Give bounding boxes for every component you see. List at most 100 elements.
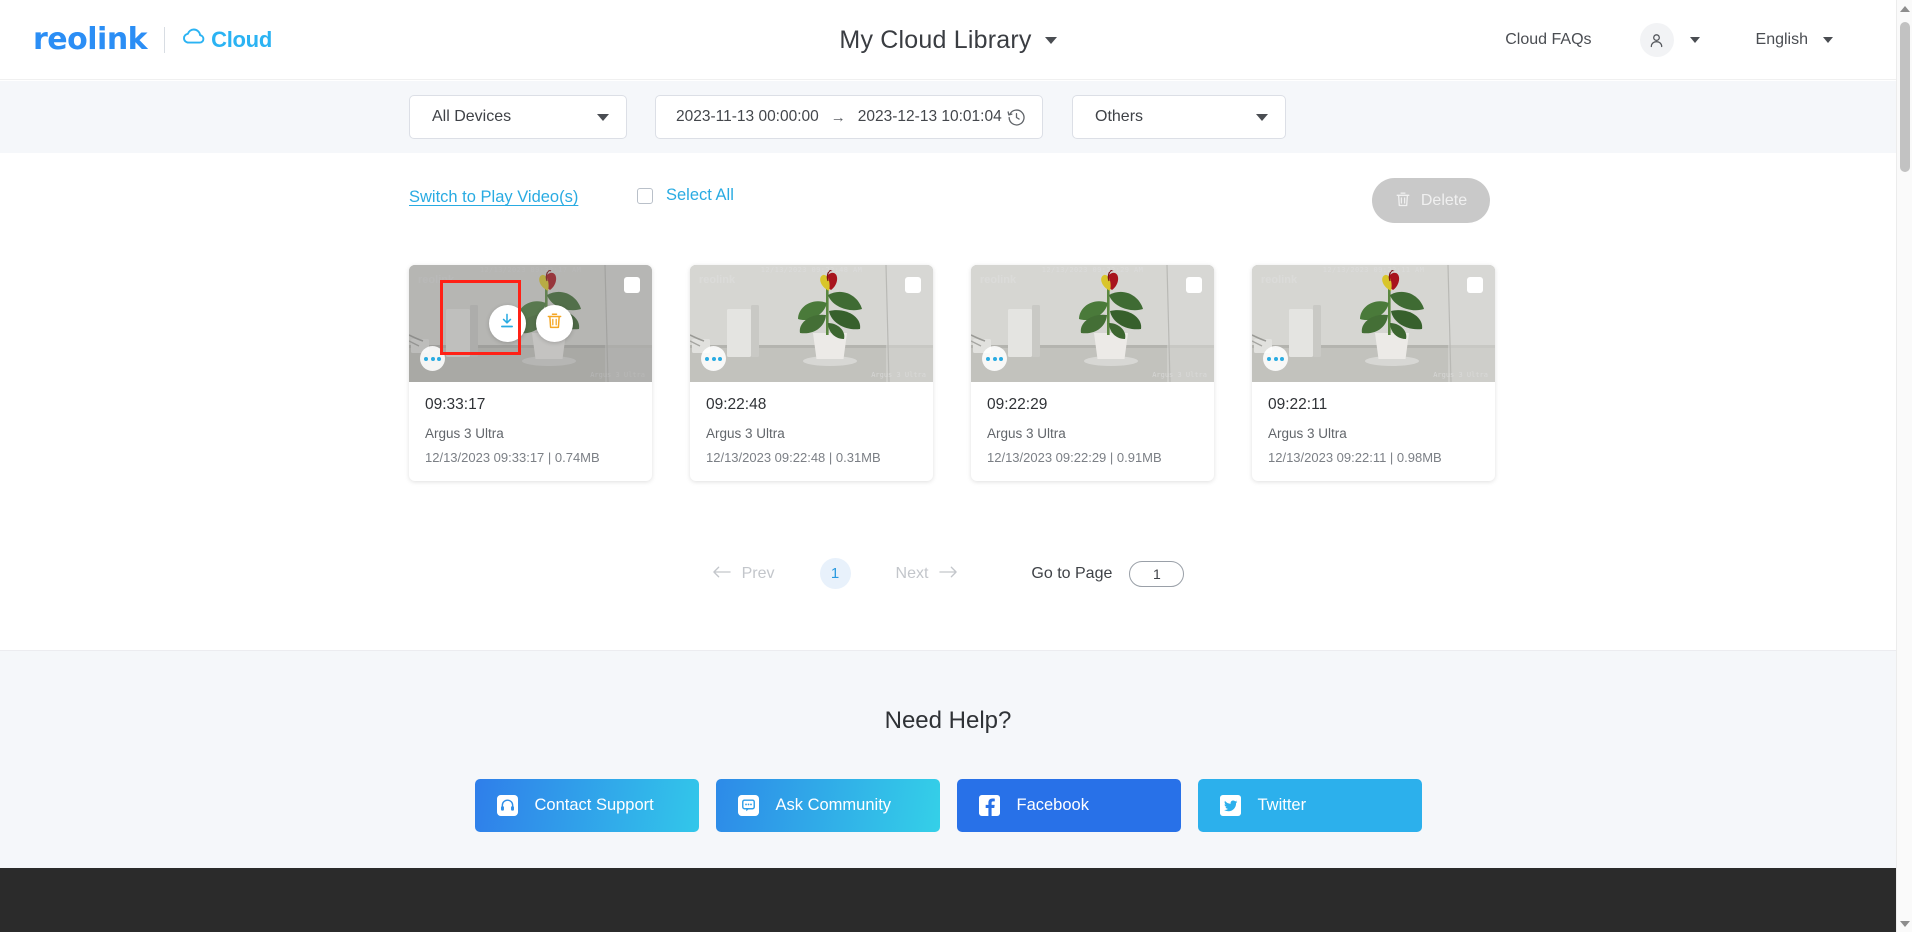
arrow-left-icon: [712, 565, 731, 583]
date-range-picker[interactable]: 2023-11-13 00:00:00 → 2023-12-13 10:01:0…: [655, 95, 1043, 139]
card-select-checkbox[interactable]: [1186, 277, 1202, 293]
card-device-name: Argus 3 Ultra: [425, 426, 504, 441]
switch-to-play-videos-link[interactable]: Switch to Play Video(s): [409, 188, 578, 207]
thumbnail-watermark: reolink: [980, 274, 1017, 286]
card-info: 09:22:11 Argus 3 Ultra 12/13/2023 09:22:…: [1252, 382, 1495, 481]
recording-card[interactable]: 12/13/2023 09:22:29 AM reolink Argus 3 U…: [971, 265, 1214, 481]
card-more-menu-button[interactable]: [701, 346, 726, 371]
twitter-label: Twitter: [1257, 796, 1307, 814]
pagination-prev-button[interactable]: Prev: [712, 565, 775, 583]
download-button[interactable]: [488, 305, 526, 342]
delete-button[interactable]: Delete: [1372, 178, 1490, 223]
contact-support-button[interactable]: Contact Support: [474, 779, 699, 832]
goto-page-control: Go to Page: [1031, 560, 1185, 587]
card-delete-button[interactable]: [535, 305, 573, 342]
card-more-menu-button[interactable]: [982, 346, 1007, 371]
select-all-control[interactable]: Select All: [637, 186, 734, 205]
need-help-buttons: Contact Support Ask Community Facebook T…: [0, 779, 1896, 832]
twitter-icon: [1220, 795, 1242, 817]
page-footer: [0, 868, 1896, 932]
brand-name: reolink: [33, 22, 148, 57]
scroll-up-arrow-icon[interactable]: [1897, 0, 1912, 17]
goto-page-input[interactable]: [1129, 560, 1185, 587]
recording-card[interactable]: 12/13/2023 09:33:17 AM reolink Argus 3 U…: [409, 265, 652, 481]
more-dots-icon: [437, 356, 441, 361]
pagination: Prev 1 Next Go to Page: [0, 558, 1896, 589]
card-meta: 12/13/2023 09:22:11 | 0.98MB: [1268, 450, 1442, 465]
goto-page-label: Go to Page: [1031, 564, 1113, 582]
cloud-faqs-link[interactable]: Cloud FAQs: [1505, 31, 1591, 49]
date-range-start: 2023-11-13 00:00:00: [676, 108, 819, 125]
language-selector[interactable]: English: [1756, 31, 1833, 49]
history-clock-icon[interactable]: [1007, 108, 1026, 127]
trash-icon: [1395, 191, 1411, 211]
contact-support-label: Contact Support: [534, 796, 654, 814]
avatar: [1639, 23, 1674, 57]
brand-logo[interactable]: reolink Cloud: [33, 22, 272, 57]
page-title: My Cloud Library: [839, 25, 1032, 54]
account-menu[interactable]: [1639, 23, 1700, 57]
page-scrollbar[interactable]: [1896, 0, 1912, 932]
select-all-label: Select All: [666, 186, 734, 204]
card-select-checkbox[interactable]: [905, 277, 921, 293]
card-meta: 12/13/2023 09:22:48 | 0.31MB: [706, 450, 881, 465]
card-select-checkbox[interactable]: [1467, 277, 1483, 293]
device-filter-value: All Devices: [432, 108, 512, 125]
pagination-next-button[interactable]: Next: [896, 565, 959, 583]
pagination-prev-label: Prev: [741, 564, 775, 582]
date-range-separator: →: [830, 108, 846, 126]
card-meta: 12/13/2023 09:33:17 | 0.74MB: [425, 450, 600, 465]
card-info: 09:33:17 Argus 3 Ultra 12/13/2023 09:33:…: [409, 382, 652, 481]
card-select-checkbox[interactable]: [624, 277, 640, 293]
headset-icon: [497, 795, 519, 817]
trash-icon: [546, 312, 563, 335]
brand-divider: [164, 26, 166, 53]
chevron-down-icon: [1823, 37, 1833, 43]
thumbnail-watermark: reolink: [699, 274, 736, 286]
download-icon: [498, 312, 516, 335]
card-time: 09:22:11: [1268, 396, 1328, 413]
recording-thumbnail[interactable]: 12/13/2023 09:22:11 AM reolink Argus 3 U…: [1252, 265, 1495, 382]
chat-icon: [738, 795, 760, 817]
card-device-name: Argus 3 Ultra: [706, 426, 785, 441]
select-all-checkbox[interactable]: [637, 187, 653, 204]
cloud-library-page: reolink Cloud My Cloud Library Cloud FAQ…: [0, 0, 1912, 932]
type-filter-select[interactable]: Others: [1072, 95, 1286, 139]
chevron-down-icon: [1689, 37, 1700, 43]
recording-card[interactable]: 12/13/2023 09:22:11 AM reolink Argus 3 U…: [1252, 265, 1495, 481]
more-dots-icon: [992, 356, 997, 361]
delete-button-label: Delete: [1420, 191, 1468, 209]
chevron-down-icon: [1044, 36, 1057, 44]
more-dots-icon: [424, 356, 428, 361]
card-more-menu-button[interactable]: [420, 346, 445, 371]
ask-community-button[interactable]: Ask Community: [715, 779, 940, 832]
pagination-next-label: Next: [895, 564, 929, 582]
scrollbar-thumb[interactable]: [1900, 22, 1910, 172]
card-meta: 12/13/2023 09:22:29 | 0.91MB: [987, 450, 1162, 465]
cloud-label: Cloud: [211, 26, 272, 52]
recording-card[interactable]: 12/13/2023 09:22:48 AM reolink Argus 3 U…: [690, 265, 933, 481]
more-dots-icon: [1273, 356, 1278, 361]
thumbnail-timestamp: 12/13/2023 09:22:48 AM: [760, 266, 863, 274]
recording-thumbnail[interactable]: 12/13/2023 09:22:48 AM reolink Argus 3 U…: [690, 265, 933, 382]
list-toolbar: [0, 153, 1896, 233]
cloud-badge: Cloud: [182, 27, 272, 53]
card-more-menu-button[interactable]: [1263, 346, 1288, 371]
cloud-icon: [182, 28, 205, 51]
need-help-section: Need Help? Contact Support Ask Community…: [0, 650, 1896, 868]
pagination-page-1[interactable]: 1: [819, 558, 851, 589]
recording-thumbnail[interactable]: 12/13/2023 09:33:17 AM reolink Argus 3 U…: [409, 265, 652, 382]
more-dots-icon: [430, 356, 435, 361]
recording-thumbnail[interactable]: 12/13/2023 09:22:29 AM reolink Argus 3 U…: [971, 265, 1214, 382]
device-filter-select[interactable]: All Devices: [409, 95, 627, 139]
need-help-title: Need Help?: [884, 707, 1012, 734]
thumbnail-device-label: Argus 3 Ultra: [1433, 371, 1488, 379]
library-selector[interactable]: My Cloud Library: [839, 25, 1057, 55]
card-info: 09:22:48 Argus 3 Ultra 12/13/2023 09:22:…: [690, 382, 933, 481]
more-dots-icon: [1280, 356, 1284, 361]
chevron-down-icon: [597, 113, 609, 121]
twitter-button[interactable]: Twitter: [1197, 779, 1422, 832]
chevron-down-icon: [1256, 113, 1268, 121]
scroll-down-arrow-icon[interactable]: [1897, 915, 1912, 932]
facebook-button[interactable]: Facebook: [956, 779, 1181, 832]
